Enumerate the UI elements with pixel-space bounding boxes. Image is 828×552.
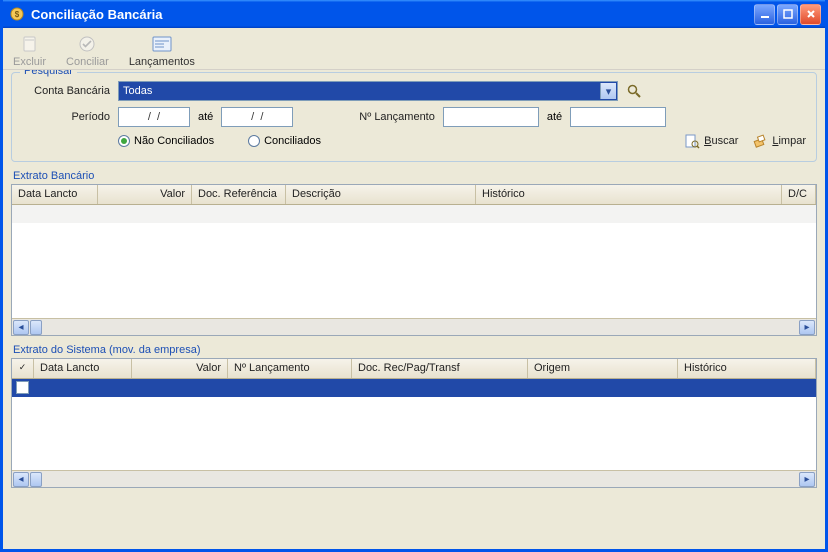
col-check[interactable]: ✓ xyxy=(12,359,34,378)
col2-nlanc[interactable]: Nº Lançamento xyxy=(228,359,352,378)
scroll-left-icon[interactable]: ◂ xyxy=(13,472,29,487)
window-buttons xyxy=(754,4,821,25)
check-circle-icon xyxy=(77,34,97,54)
limpar-label: impar xyxy=(778,135,806,147)
grid1-scrollbar[interactable]: ◂ ▸ xyxy=(12,318,816,335)
radio-nao-conciliados[interactable]: Não Conciliados xyxy=(118,135,214,147)
conta-label: Conta Bancária xyxy=(22,85,110,97)
svg-text:$: $ xyxy=(15,10,20,19)
conta-value: Todas xyxy=(123,85,152,97)
grid2-scrollbar[interactable]: ◂ ▸ xyxy=(12,470,816,487)
col2-valor[interactable]: Valor xyxy=(132,359,228,378)
titlebar: $ Conciliação Bancária xyxy=(3,0,825,28)
grid2-title: Extrato do Sistema (mov. da empresa) xyxy=(13,344,817,356)
radio-sim-label: Conciliados xyxy=(264,135,321,147)
grid2-header: ✓ Data Lancto Valor Nº Lançamento Doc. R… xyxy=(12,359,816,379)
form-icon xyxy=(152,34,172,54)
toolbar-excluir-label: Excluir xyxy=(13,56,46,68)
buscar-label: uscar xyxy=(711,135,738,147)
periodo-from[interactable] xyxy=(118,107,190,127)
table-row[interactable] xyxy=(12,379,816,397)
scroll-thumb[interactable] xyxy=(30,472,42,487)
grid2-body[interactable] xyxy=(12,379,816,470)
search-group-label: Pesquisar xyxy=(20,70,77,77)
buscar-button[interactable]: Buscar xyxy=(684,133,738,149)
minimize-button[interactable] xyxy=(754,4,775,25)
radio-conciliados[interactable]: Conciliados xyxy=(248,135,321,147)
search-icon[interactable] xyxy=(626,83,642,99)
scroll-right-icon[interactable]: ▸ xyxy=(799,472,815,487)
scroll-left-icon[interactable]: ◂ xyxy=(13,320,29,335)
col-valor[interactable]: Valor xyxy=(98,185,192,204)
conta-select[interactable]: Todas ▾ xyxy=(118,81,618,101)
toolbar-excluir[interactable]: Excluir xyxy=(13,34,46,68)
search-doc-icon xyxy=(684,133,700,149)
col-data-lancto[interactable]: Data Lancto xyxy=(12,185,98,204)
col-descricao[interactable]: Descrição xyxy=(286,185,476,204)
search-group: Pesquisar Conta Bancária Todas ▾ Período… xyxy=(11,72,817,162)
col-historico[interactable]: Histórico xyxy=(476,185,782,204)
col2-data-lancto[interactable]: Data Lancto xyxy=(34,359,132,378)
limpar-button[interactable]: Limpar xyxy=(752,133,806,149)
nlanc-from[interactable] xyxy=(443,107,539,127)
toolbar-conciliar-label: Conciliar xyxy=(66,56,109,68)
col2-origem[interactable]: Origem xyxy=(528,359,678,378)
col2-doc[interactable]: Doc. Rec/Pag/Transf xyxy=(352,359,528,378)
nlanc-to[interactable] xyxy=(570,107,666,127)
periodo-label: Período xyxy=(22,111,110,123)
scroll-right-icon[interactable]: ▸ xyxy=(799,320,815,335)
toolbar-lancamentos[interactable]: Lançamentos xyxy=(129,34,195,68)
toolbar: Excluir Conciliar Lançamentos xyxy=(3,28,825,70)
row-checkbox[interactable] xyxy=(16,381,29,394)
toolbar-lancamentos-label: Lançamentos xyxy=(129,56,195,68)
ate-label-1: até xyxy=(198,111,213,123)
col2-historico[interactable]: Histórico xyxy=(678,359,816,378)
window-title: Conciliação Bancária xyxy=(31,7,754,22)
app-window: $ Conciliação Bancária Excluir Conciliar… xyxy=(0,0,828,552)
col-doc-ref[interactable]: Doc. Referência xyxy=(192,185,286,204)
nlanc-label: Nº Lançamento xyxy=(359,111,435,123)
radio-nao-label: Não Conciliados xyxy=(134,135,214,147)
col-dc[interactable]: D/C xyxy=(782,185,816,204)
close-button[interactable] xyxy=(800,4,821,25)
grid1-body[interactable] xyxy=(12,205,816,318)
ate-label-2: até xyxy=(547,111,562,123)
delete-icon xyxy=(20,34,40,54)
maximize-button[interactable] xyxy=(777,4,798,25)
app-icon: $ xyxy=(9,6,25,22)
grid-extrato-sistema: ✓ Data Lancto Valor Nº Lançamento Doc. R… xyxy=(11,358,817,488)
scroll-thumb[interactable] xyxy=(30,320,42,335)
grid1-title: Extrato Bancário xyxy=(13,170,817,182)
grid-extrato-bancario: Data Lancto Valor Doc. Referência Descri… xyxy=(11,184,817,336)
chevron-down-icon: ▾ xyxy=(600,83,616,99)
toolbar-conciliar[interactable]: Conciliar xyxy=(66,34,109,68)
eraser-icon xyxy=(752,133,768,149)
grid1-header: Data Lancto Valor Doc. Referência Descri… xyxy=(12,185,816,205)
periodo-to[interactable] xyxy=(221,107,293,127)
